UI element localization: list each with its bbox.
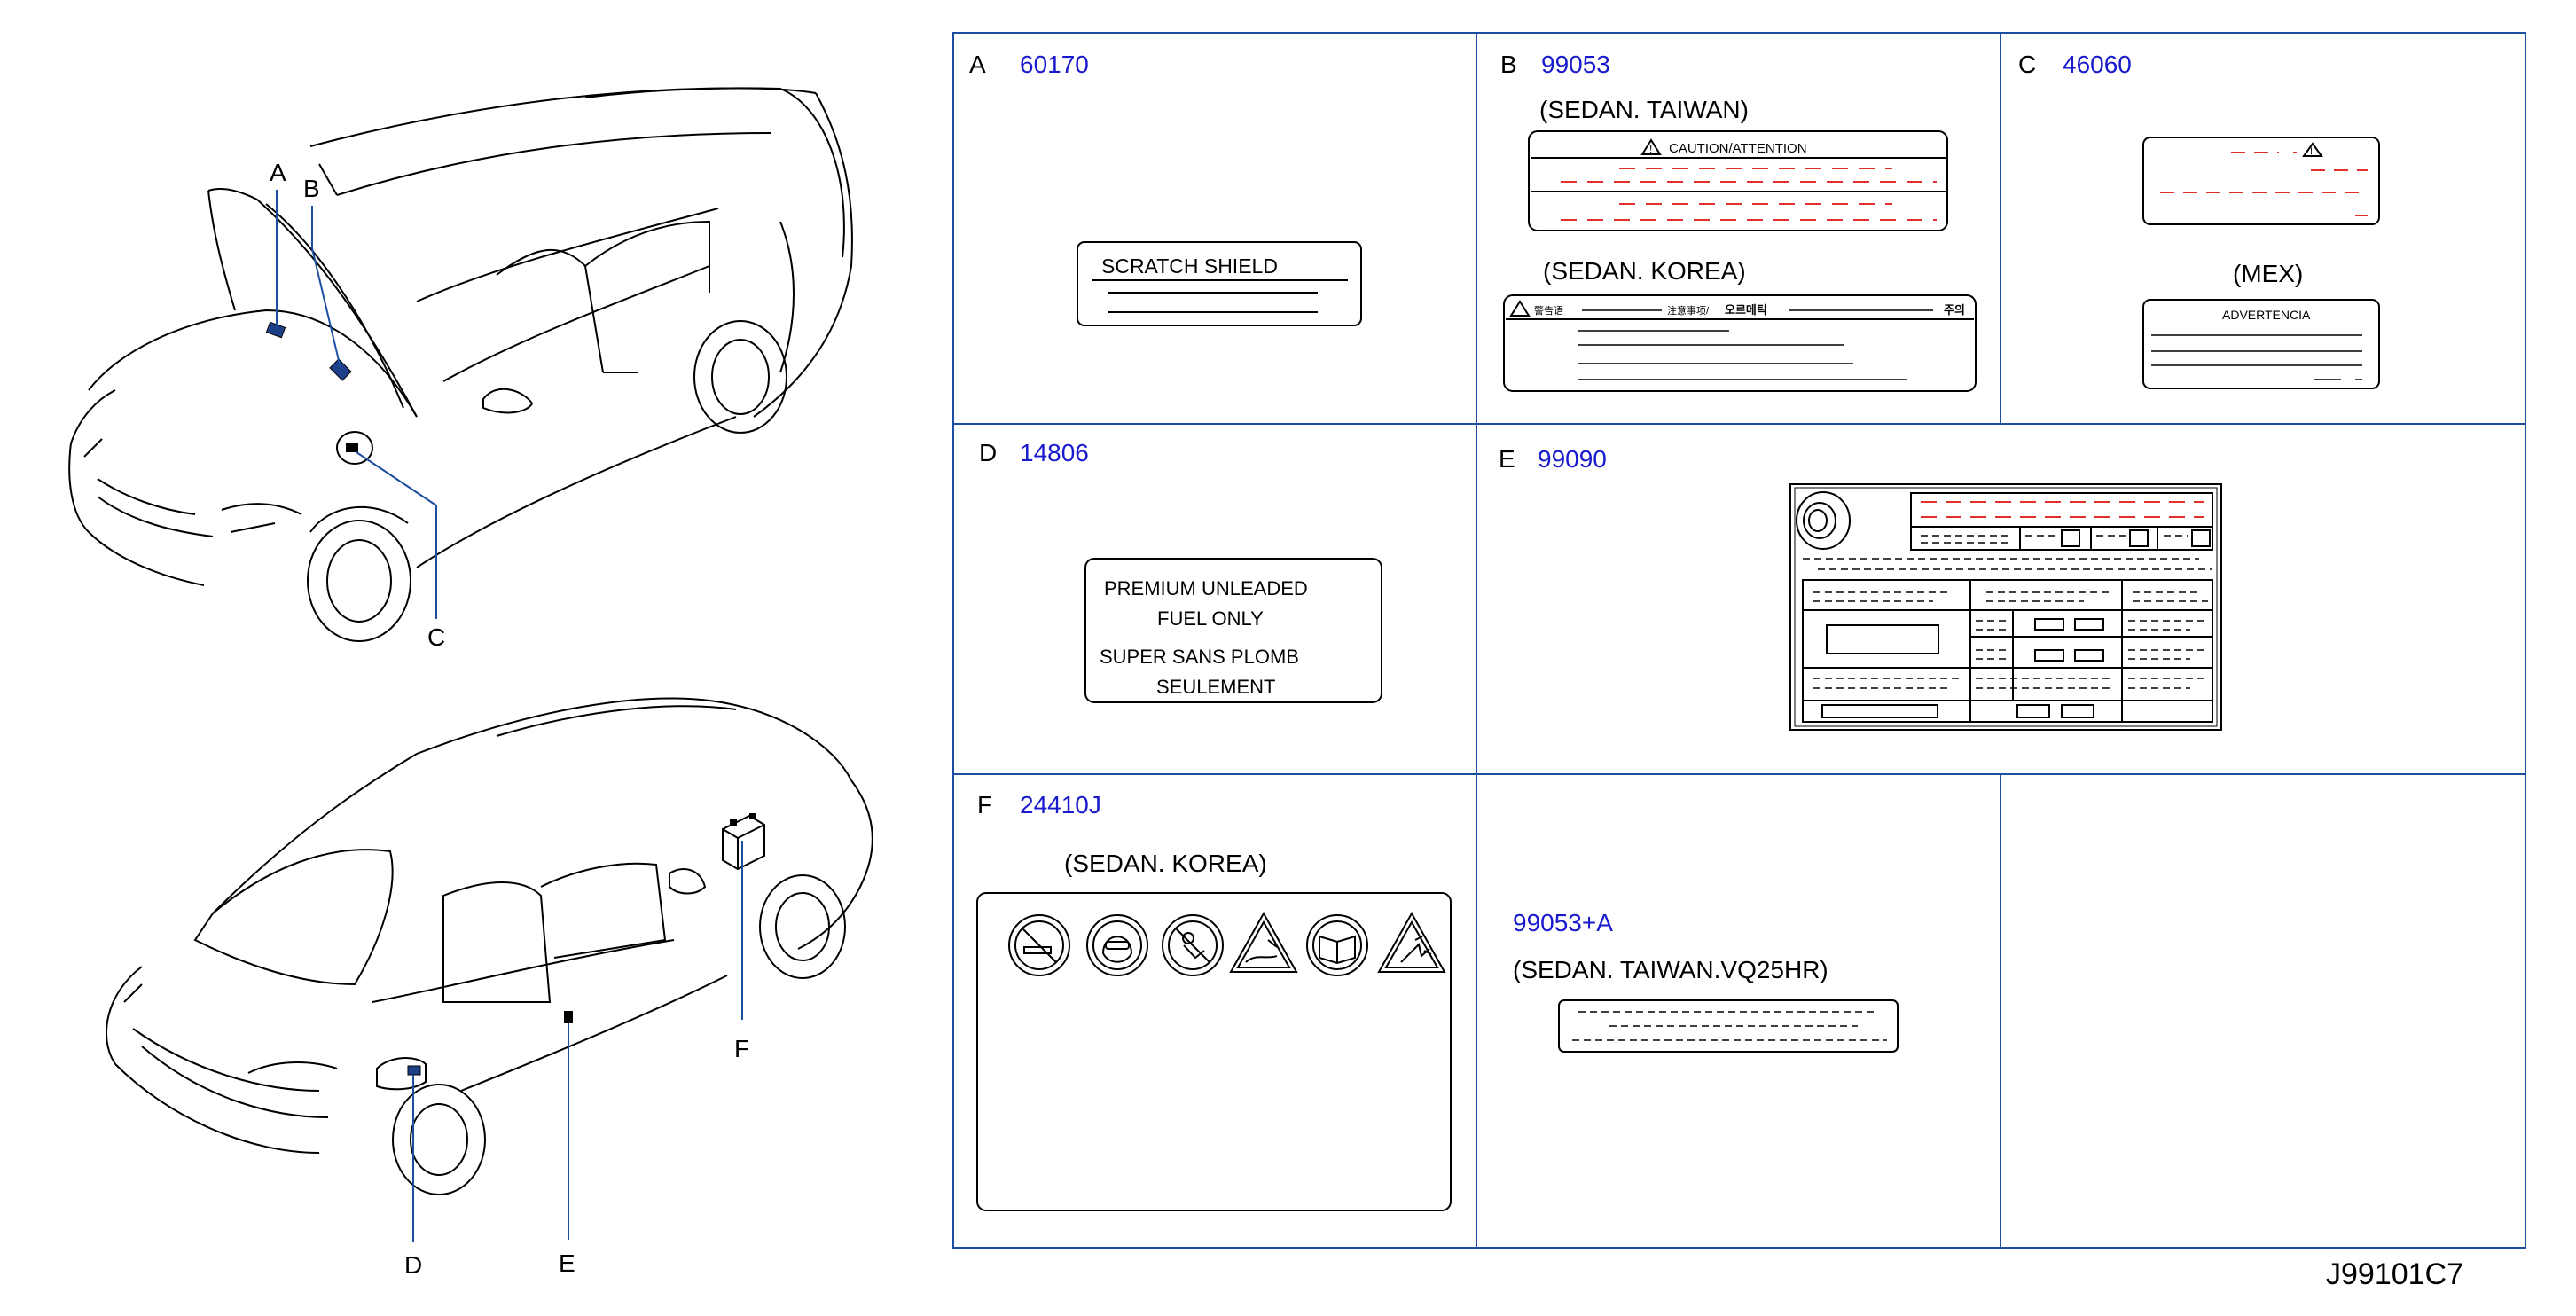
callout-e: E: [559, 1249, 575, 1277]
label-b-marker: [329, 358, 352, 381]
label-location-diagram: A B C F D E A 60170 SCRATCH SHIELD B 990…: [68, 32, 2526, 1279]
cell-d-letter: D: [979, 439, 997, 466]
cell-b-part-number: 99053: [1541, 51, 1610, 78]
label-grid: [952, 32, 2526, 1249]
cell-e-letter: E: [1499, 445, 1515, 473]
cell-d-line3: SUPER SANS PLOMB: [1100, 646, 1299, 668]
cell-d-line1: PREMIUM UNLEADED: [1104, 577, 1308, 599]
cell-d-part-number: 14806: [1020, 439, 1089, 466]
cell-b-korea-kr1: 오르메틱: [1725, 303, 1767, 317]
cell-e-part-number: 99090: [1538, 445, 1607, 473]
leader-lines-bottom: [412, 841, 743, 1242]
callout-b: B: [303, 175, 320, 202]
callout-c: C: [427, 623, 445, 651]
cell-b-korea-kr2: 주의: [1944, 303, 1965, 317]
cell-g-part-number: 99053+A: [1513, 909, 1613, 936]
read-manual-icon: [1306, 914, 1368, 976]
cell-d-line4: SEULEMENT: [1156, 676, 1275, 698]
cell-f-part-number: 24410J: [1020, 791, 1101, 819]
cell-d: D 14806 PREMIUM UNLEADED FUEL ONLY SUPER…: [979, 439, 1382, 703]
acid-warning-icon: [1229, 911, 1298, 973]
label-d-marker: [407, 1065, 421, 1076]
cell-g: 99053+A (SEDAN. TAIWAN.VQ25HR): [1513, 909, 1899, 1053]
keep-children-away-icon: [1162, 914, 1224, 976]
leader-lines-top: [276, 190, 437, 619]
cell-a-label-text: SCRATCH SHIELD: [1101, 255, 1278, 278]
label-c-marker: [346, 443, 358, 452]
svg-text:!: !: [1649, 143, 1652, 155]
car-front-illustration: [68, 87, 853, 642]
cell-b-letter: B: [1500, 51, 1517, 78]
cell-b-variant-korea: (SEDAN. KOREA): [1543, 257, 1746, 285]
cell-b: B 99053 (SEDAN. TAIWAN) ! CAUTION/ATTENT…: [1500, 51, 1977, 392]
battery-icon: [722, 813, 765, 871]
cell-g-variant: (SEDAN. TAIWAN.VQ25HR): [1513, 956, 1828, 983]
label-e-marker: [564, 1011, 573, 1023]
cell-f: F 24410J (SEDAN. KOREA): [976, 791, 1452, 1211]
cell-d-line2: FUEL ONLY: [1157, 607, 1264, 630]
cell-b-korea-cn: 警告语: [1534, 304, 1563, 317]
no-smoking-icon: [1008, 914, 1070, 976]
cell-b-caution-text: CAUTION/ATTENTION: [1669, 141, 1807, 156]
explosion-warning-icon: [1377, 911, 1446, 973]
cell-f-letter: F: [977, 791, 992, 819]
cell-a-letter: A: [969, 51, 986, 78]
cell-c: C 46060 ! (MEX) ADVERTENCIA: [2018, 51, 2380, 389]
cell-c-letter: C: [2018, 51, 2036, 78]
svg-text:!: !: [2310, 146, 2313, 157]
diagram-code: J99101C7: [2326, 1257, 2464, 1291]
cell-a-part-number: 60170: [1020, 51, 1089, 78]
callout-a: A: [270, 159, 286, 186]
cell-b-variant-taiwan: (SEDAN. TAIWAN): [1539, 96, 1749, 123]
cell-c-part-number: 46060: [2063, 51, 2132, 78]
eye-protection-icon: [1086, 914, 1148, 976]
cell-e: E 99090: [1499, 445, 2222, 731]
cell-c-variant-mex: (MEX): [2233, 260, 2303, 287]
cell-b-korea-mid: 注意事项/: [1667, 304, 1710, 317]
callout-f: F: [734, 1035, 749, 1062]
callout-d: D: [404, 1251, 422, 1279]
cell-c-advertencia: ADVERTENCIA: [2222, 308, 2311, 322]
car-rear-illustration: [106, 697, 873, 1195]
cell-a: A 60170 SCRATCH SHIELD: [969, 51, 1362, 326]
cell-f-variant: (SEDAN. KOREA): [1064, 850, 1267, 877]
